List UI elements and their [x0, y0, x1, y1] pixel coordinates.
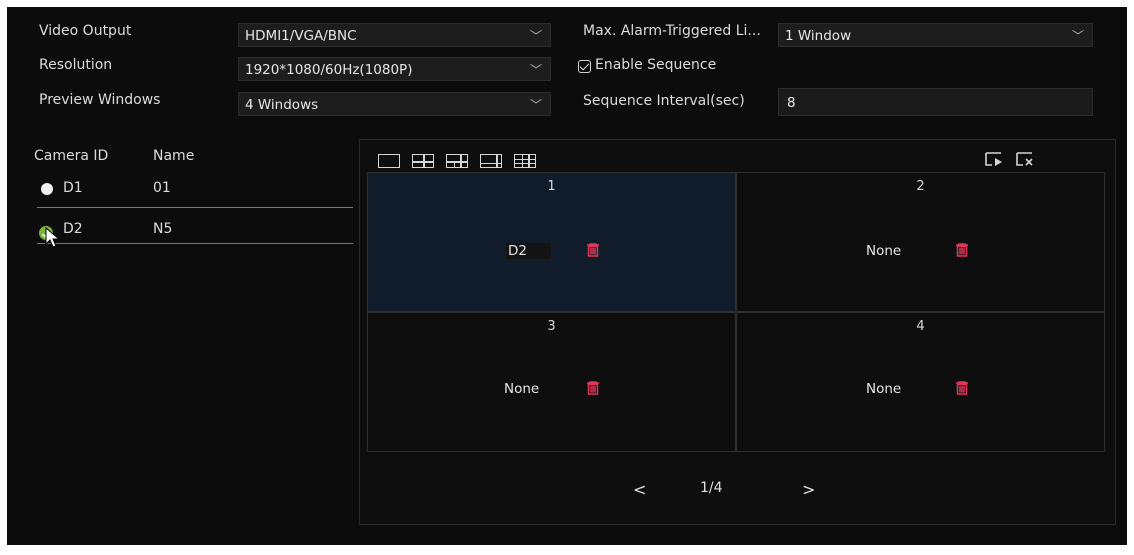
pane-number: 2	[916, 179, 925, 194]
pane-camera: None	[504, 381, 540, 397]
camera-row-d1[interactable]: D1 01	[23, 173, 363, 207]
page-indicator: 1/4	[700, 480, 723, 496]
pane-camera: None	[866, 243, 902, 259]
trash-icon[interactable]	[955, 381, 969, 395]
video-output-label: Video Output	[39, 23, 132, 39]
chevron-down-icon: ﹀	[529, 98, 542, 112]
resolution-label: Resolution	[39, 57, 113, 73]
max-alarm-label: Max. Alarm-Triggered Li...	[583, 23, 761, 39]
chevron-down-icon: ﹀	[1071, 29, 1084, 43]
chevron-down-icon: ﹀	[529, 63, 542, 77]
eight-window-layout-icon[interactable]	[480, 154, 502, 168]
resolution-value: 1920*1080/60Hz(1080P)	[245, 62, 413, 78]
resolution-select[interactable]: 1920*1080/60Hz(1080P) ﹀	[238, 57, 551, 81]
preview-pane-2[interactable]: 2 None	[736, 172, 1105, 312]
pane-number: 3	[547, 319, 556, 334]
live-view-settings-screen: ◎ Video Output HDMI1/VGA/BNC ﹀ Max. Alar…	[7, 7, 1127, 545]
pane-number: 4	[916, 319, 925, 334]
preview-windows-label: Preview Windows	[39, 92, 161, 108]
camera-name: N5	[153, 221, 173, 237]
enable-sequence-label: Enable Sequence	[595, 57, 717, 73]
six-window-layout-icon[interactable]	[446, 154, 468, 168]
camera-row-d2[interactable]: D2 N5	[23, 209, 363, 243]
camera-list: Camera ID Name D1 01 D2 N5	[23, 143, 363, 523]
next-page-button[interactable]: >	[802, 480, 815, 499]
single-window-layout-icon[interactable]	[378, 154, 400, 168]
max-alarm-select[interactable]: 1 Window ﹀	[778, 23, 1093, 47]
prev-page-button[interactable]: <	[633, 480, 646, 499]
enable-sequence-checkbox[interactable]	[578, 60, 591, 73]
sequence-interval-label: Sequence Interval(sec)	[583, 93, 745, 109]
preview-pane-3[interactable]: 3 None	[367, 312, 736, 452]
trash-icon[interactable]	[586, 243, 600, 257]
video-output-value: HDMI1/VGA/BNC	[245, 28, 357, 44]
pane-camera: None	[866, 381, 902, 397]
row-divider	[37, 243, 353, 244]
pane-camera: D2	[506, 243, 551, 259]
preview-pane-1[interactable]: 1 D2	[367, 172, 736, 312]
four-window-layout-icon[interactable]	[412, 154, 434, 168]
preview-windows-select[interactable]: 4 Windows ﹀	[238, 92, 551, 116]
trash-icon[interactable]	[586, 381, 600, 395]
camera-id-header: Camera ID	[34, 148, 109, 164]
camera-name: 01	[153, 180, 171, 196]
clear-all-icon[interactable]	[1014, 150, 1036, 168]
preview-layout-panel: 1 D2 2 None 3 None 4 None < 1/4 >	[359, 139, 1116, 525]
camera-id: D2	[63, 221, 83, 237]
sequence-interval-input[interactable]: 8	[778, 88, 1093, 116]
mouse-cursor-icon	[45, 227, 61, 248]
max-alarm-value: 1 Window	[785, 28, 852, 44]
camera-id: D1	[63, 180, 83, 196]
name-header: Name	[153, 148, 195, 164]
video-output-select[interactable]: HDMI1/VGA/BNC ﹀	[238, 23, 551, 47]
row-divider	[37, 207, 353, 208]
preview-windows-value: 4 Windows	[245, 97, 319, 113]
play-sequence-icon[interactable]	[983, 150, 1005, 168]
camera-status-dot-icon	[41, 183, 53, 195]
pane-number: 1	[547, 179, 556, 194]
chevron-down-icon: ﹀	[529, 29, 542, 43]
preview-pane-4[interactable]: 4 None	[736, 312, 1105, 452]
trash-icon[interactable]	[955, 243, 969, 257]
nine-window-layout-icon[interactable]	[514, 154, 536, 168]
